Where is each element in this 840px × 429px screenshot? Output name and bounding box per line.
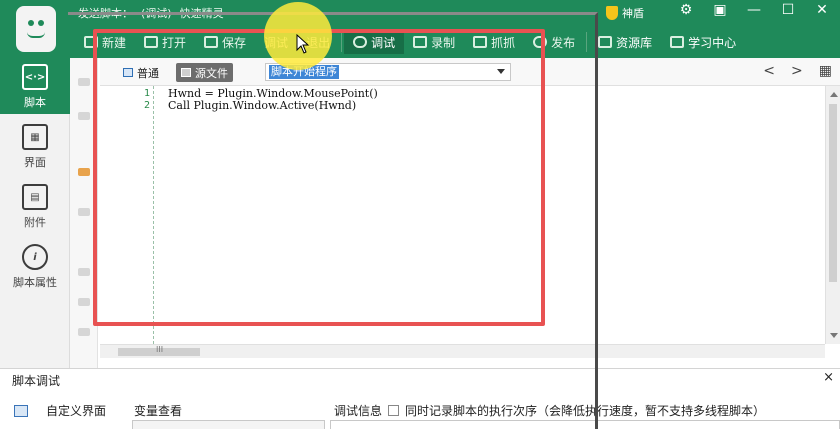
- nav-item-properties[interactable]: i 脚本属性: [0, 244, 70, 290]
- grid-icon: ▦: [22, 124, 48, 150]
- strip-icon[interactable]: [78, 208, 90, 216]
- strip-icon[interactable]: [78, 268, 90, 276]
- debug-info-label: 调试信息: [334, 404, 383, 418]
- scroll-grip: III: [156, 345, 164, 354]
- toolbar-divider: [586, 32, 588, 52]
- nav-item-label: 界面: [24, 156, 46, 169]
- minimize-button[interactable]: —: [746, 2, 762, 18]
- nav-item-label: 附件: [24, 216, 46, 229]
- title-bar: 发送脚本： (调试) 快速精灵 神盾 ⚙ ▣ — ☐ ✕: [0, 0, 840, 26]
- custom-ui-tab[interactable]: 自定义界面: [14, 402, 106, 419]
- debug-log-area: [330, 420, 840, 429]
- learning-center-button[interactable]: 学习中心: [661, 30, 745, 54]
- debug-info-row: 调试信息 同时记录脚本的执行次序（会降低执行速度，暂不支持多线程脚本）: [334, 402, 765, 419]
- horizontal-scrollbar[interactable]: III: [100, 344, 825, 358]
- resource-library-button[interactable]: 资源库: [589, 30, 661, 54]
- debug-panel: 脚本调试 × 自定义界面 变量查看 调试信息 同时记录脚本的执行次序（会降低执行…: [0, 368, 840, 429]
- editor-nav: < > ▦: [763, 63, 832, 79]
- code-icon: <·>: [22, 64, 48, 90]
- vertical-scrollbar[interactable]: [825, 86, 840, 344]
- strip-icon[interactable]: [78, 298, 90, 306]
- grid-menu-icon[interactable]: ▦: [819, 63, 832, 79]
- scroll-up-icon[interactable]: [830, 92, 838, 97]
- close-icon[interactable]: ×: [823, 370, 834, 385]
- info-icon: i: [22, 244, 48, 270]
- prev-arrow-icon[interactable]: <: [763, 63, 775, 79]
- nav-item-script[interactable]: <·> 脚本: [0, 58, 70, 114]
- left-nav: <·> 脚本 ▦ 界面 ▤ 附件 i 脚本属性: [0, 58, 70, 368]
- strip-icon[interactable]: [78, 168, 90, 176]
- nav-item-interface[interactable]: ▦ 界面: [0, 124, 70, 170]
- strip-icon[interactable]: [78, 78, 90, 86]
- window-controls: ⚙ ▣ — ☐ ✕: [678, 2, 830, 18]
- record-order-label: 同时记录脚本的执行次序（会降低执行速度，暂不支持多线程脚本）: [405, 404, 766, 418]
- close-button[interactable]: ✕: [814, 2, 830, 18]
- highlight-frame: [93, 29, 545, 326]
- mouse-pointer-icon: [296, 34, 310, 54]
- nav-item-label: 脚本属性: [13, 276, 57, 289]
- window-title: 发送脚本： (调试) 快速精灵: [78, 7, 224, 20]
- skin-icon[interactable]: ▣: [712, 2, 728, 18]
- next-arrow-icon[interactable]: >: [791, 63, 803, 79]
- variable-view-label: 变量查看: [134, 404, 183, 418]
- account-info[interactable]: 神盾: [606, 5, 644, 21]
- library-icon: [598, 36, 613, 48]
- record-order-checkbox[interactable]: [388, 405, 400, 416]
- account-name: 神盾: [622, 7, 644, 20]
- strip-icon[interactable]: [78, 112, 90, 120]
- scroll-down-icon[interactable]: [830, 333, 838, 338]
- maximize-button[interactable]: ☐: [780, 2, 796, 18]
- debug-panel-title: 脚本调试: [12, 374, 61, 388]
- attachment-icon: ▤: [22, 184, 48, 210]
- strip-icon[interactable]: [78, 328, 90, 336]
- shield-icon: [606, 6, 618, 20]
- nav-item-attachment[interactable]: ▤ 附件: [0, 184, 70, 230]
- window-icon: [14, 404, 28, 417]
- settings-icon[interactable]: ⚙: [678, 2, 694, 18]
- book-icon: [670, 36, 685, 48]
- nav-item-label: 脚本: [24, 96, 46, 109]
- scroll-thumb[interactable]: [829, 104, 837, 282]
- variable-table-header: [132, 420, 325, 429]
